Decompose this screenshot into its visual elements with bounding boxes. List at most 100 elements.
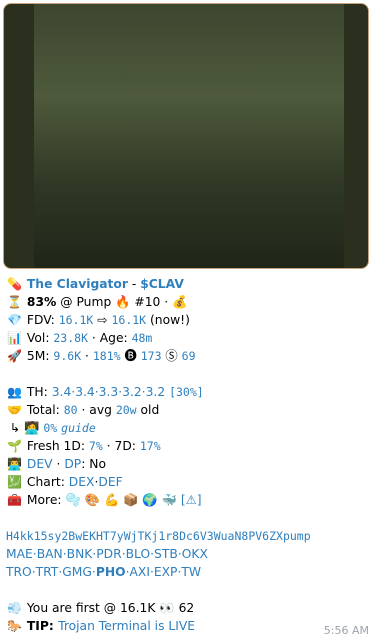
exchange-links-row1: MAE·BAN·BNK·PDR·BLO·STB·OKX [6, 545, 374, 563]
dash-icon: 💨 [7, 601, 22, 615]
handshake-icon: 🤝 [7, 403, 22, 417]
warning-link-icon[interactable]: [⚠] [181, 493, 202, 507]
fdv-to: 16.1K [111, 313, 147, 327]
exchange-links-1[interactable]: MAE·BAN·BNK·PDR·BLO·STB·OKX [6, 547, 208, 561]
first-line: 💨 You are first @ 16.1K 👀 62 [6, 599, 374, 617]
eyes-icon: 👀 [159, 601, 175, 615]
guide-link[interactable]: guide [61, 421, 96, 435]
seedling-icon: 🌱 [7, 439, 22, 453]
sell-count: 69 [181, 349, 196, 363]
dev-line: 👨‍💻 DEV · DP: No [6, 455, 374, 473]
buy-icon: 🅑 [124, 349, 137, 363]
bonding-pct: 83% [26, 295, 57, 309]
th-values[interactable]: 3.4·3.4·3.3·3.2·3.2 [52, 385, 165, 399]
message-timestamp: 5:56 AM [323, 624, 369, 637]
fdv-line: 💎 FDV: 16.1K ⇨ 16.1K (now!) [6, 311, 374, 329]
age-label: · Age: [88, 331, 132, 345]
five-min-pct: 181% [92, 349, 121, 363]
rocket-icon: 🚀 [7, 349, 22, 363]
exchange-links-2a[interactable]: TRO·TRT·GMG· [6, 565, 96, 579]
palette-icon[interactable]: 🎨 [85, 493, 100, 507]
toolbox-icon: 🧰 [7, 493, 22, 507]
fresh-label: Fresh 1D: [26, 439, 89, 453]
tip-link[interactable]: Trojan Terminal is LIVE [58, 619, 195, 633]
chart-up-icon: 💹 [7, 475, 22, 489]
dev-person-icon: 👨‍💻 [7, 457, 22, 471]
age-value: 48m [131, 331, 153, 345]
money-bag-icon: 💰 [172, 295, 188, 309]
token-image[interactable] [3, 3, 369, 269]
th-label: TH: [26, 385, 52, 399]
package-icon[interactable]: 📦 [123, 493, 138, 507]
fdv-from: 16.1K [58, 313, 94, 327]
muscle-icon[interactable]: 💪 [104, 493, 119, 507]
token-line: 💊 The Clavigator - $CLAV [6, 275, 374, 293]
avg-suffix: old [136, 403, 160, 417]
status-platform: @ Pump [56, 295, 116, 309]
diamond-icon: 💎 [7, 313, 22, 327]
globe-icon[interactable]: 🌍 [142, 493, 157, 507]
first-count: 62 [178, 601, 195, 615]
dp-link[interactable]: DP [64, 457, 81, 471]
return-arrow-icon: ↳ [6, 421, 21, 435]
token-name-link[interactable]: The Clavigator [27, 277, 128, 291]
dp-value: : No [81, 457, 106, 471]
message-body: 💊 The Clavigator - $CLAV ⏳ 83% @ Pump 🔥 … [6, 275, 374, 635]
fresh-7d: 17% [139, 439, 161, 453]
fdv-arrow: ⇨ [93, 313, 112, 327]
first-text: You are first @ 16.1K [26, 601, 160, 615]
more-line: 🧰 More: 🫧 🎨 💪 📦 🌍 🐳 [⚠] [6, 491, 374, 509]
dex-link[interactable]: DEX [69, 475, 95, 489]
chart-line: 💹 Chart: DEX·DEF [6, 473, 374, 491]
five-min-change: 9.6K [53, 349, 82, 363]
exchange-links-2c[interactable]: ·AXI·EXP·TW [126, 565, 201, 579]
pill-icon: 💊 [7, 277, 22, 291]
sell-icon: Ⓢ [165, 349, 178, 363]
horse-icon: 🐎 [7, 619, 22, 633]
fdv-label: FDV: [26, 313, 59, 327]
fresh-1d: 7% [88, 439, 103, 453]
chart-label: Chart: [26, 475, 69, 489]
people-icon: 👥 [7, 385, 22, 399]
five-min-sep: · [81, 349, 93, 363]
total-value: 80 [63, 403, 78, 417]
vol-value: 23.8K [53, 331, 88, 345]
bubbles-icon[interactable]: 🫧 [65, 493, 80, 507]
th-total: [30%] [169, 385, 204, 399]
laptop-user-icon: 🧑‍💻 [24, 421, 40, 435]
top-holders-line: 👥 TH: 3.4·3.4·3.3·3.2·3.2 [30%] [6, 383, 374, 401]
fresh-sep: · 7D: [102, 439, 140, 453]
chart-bar-icon: 📊 [7, 331, 22, 345]
five-min-line: 🚀 5M: 9.6K · 181% 🅑 173 Ⓢ 69 [6, 347, 374, 365]
contract-line: H4kk15sy2BwEKHT7yWjTKj1r8Dc6V3WuaN8PV6ZX… [6, 527, 374, 545]
buy-count: 173 [140, 349, 162, 363]
total-label: Total: [26, 403, 64, 417]
dev-link[interactable]: DEV [27, 457, 53, 471]
avg-value: 20w [115, 403, 137, 417]
contract-address[interactable]: H4kk15sy2BwEKHT7yWjTKj1r8Dc6V3WuaN8PV6ZX… [6, 529, 311, 543]
tip-line: 🐎 TIP: Trojan Terminal is LIVE [6, 617, 374, 635]
token-sep: - [127, 277, 141, 291]
vol-label: Vol: [26, 331, 54, 345]
vol-line: 📊 Vol: 23.8K · Age: 48m [6, 329, 374, 347]
avg-label: · avg [77, 403, 116, 417]
dev-sep: · [52, 457, 65, 471]
fire-icon: 🔥 [115, 295, 131, 309]
hourglass-icon: ⏳ [7, 295, 22, 309]
total-line: 🤝 Total: 80 · avg 20w old [6, 401, 374, 419]
whale-icon[interactable]: 🐳 [162, 493, 177, 507]
fresh-line: 🌱 Fresh 1D: 7% · 7D: 17% [6, 437, 374, 455]
guide-line: ↳ 🧑‍💻 0% guide [6, 419, 374, 437]
tip-label: TIP: [26, 619, 59, 633]
status-rank: #10 · [130, 295, 173, 309]
bot-message: 💊 The Clavigator - $CLAV ⏳ 83% @ Pump 🔥 … [0, 0, 377, 643]
status-line: ⏳ 83% @ Pump 🔥 #10 · 💰 [6, 293, 374, 311]
exchange-link-pho[interactable]: PHO [96, 565, 126, 579]
token-ticker-link[interactable]: $CLAV [140, 277, 184, 291]
def-link[interactable]: DEF [98, 475, 122, 489]
exchange-links-row2: TRO·TRT·GMG·PHO·AXI·EXP·TW [6, 563, 374, 581]
fdv-suffix: (now!) [146, 313, 190, 327]
